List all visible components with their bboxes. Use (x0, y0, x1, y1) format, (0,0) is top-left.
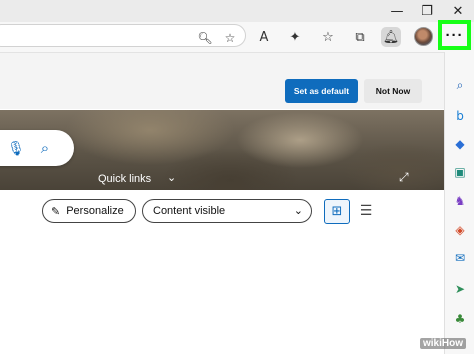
wikihow-watermark: wikiHow (420, 338, 467, 349)
minimize-button[interactable]: — (386, 0, 408, 22)
set-as-default-button[interactable]: Set as default (285, 79, 358, 103)
extensions-icon[interactable]: ✦ (285, 27, 305, 47)
read-aloud-icon[interactable]: A (254, 27, 274, 47)
sidebar-games-icon[interactable]: ♞ (451, 192, 469, 210)
background-hero: 🎙︎ ⌕ Quick links ⌄ ⤢ (0, 110, 444, 190)
list-layout-icon[interactable]: ☰ (356, 200, 376, 222)
zoom-icon[interactable]: 🔍︎ (197, 31, 212, 45)
sidebar-tools-icon[interactable]: ▣ (451, 163, 469, 181)
sidebar-shopping-tag-icon[interactable]: ◆ (451, 135, 469, 153)
feed-controls: ✎ Personalize Content visible ⌄ ⊞ ☰ (0, 191, 444, 354)
favorites-icon[interactable]: ☆ (318, 27, 338, 47)
expand-icon[interactable]: ⤢ (399, 170, 409, 185)
close-window-button[interactable]: ✕ (447, 0, 469, 22)
sidebar-send-icon[interactable]: ➤ (451, 280, 469, 298)
browser-toolbar: 🔍︎ ☆ A ✦ ☆ ⧉ 🔔︎ (0, 22, 474, 52)
sidebar-search-icon[interactable]: ⌕ (451, 76, 469, 94)
content-visibility-label: Content visible (153, 205, 226, 217)
sidebar-outlook-icon[interactable]: ✉ (451, 249, 469, 267)
address-bar[interactable]: 🔍︎ ☆ (0, 24, 246, 47)
search-icon[interactable]: ⌕ (36, 138, 54, 158)
profile-avatar[interactable] (414, 27, 433, 46)
chevron-down-icon[interactable]: ⌄ (167, 171, 176, 184)
web-search-box[interactable]: 🎙︎ ⌕ (0, 130, 74, 166)
notifications-icon[interactable]: 🔔︎ (381, 27, 401, 47)
quick-links-label[interactable]: Quick links (98, 173, 151, 185)
grid-layout-icon[interactable]: ⊞ (324, 199, 350, 224)
collections-icon[interactable]: ⧉ (350, 27, 370, 47)
chevron-down-icon: ⌄ (293, 204, 303, 217)
content-visibility-dropdown[interactable]: Content visible ⌄ (142, 199, 312, 223)
sidebar-bing-chat-icon[interactable]: b (451, 107, 469, 125)
browser-sidebar: ⌕ b ◆ ▣ ♞ ◈ ✉ ➤ ♣ (444, 52, 474, 354)
add-favorite-icon[interactable]: ☆ (223, 31, 237, 45)
personalize-button[interactable]: ✎ Personalize (42, 199, 136, 223)
pencil-icon: ✎ (51, 204, 61, 218)
personalize-label: Personalize (66, 205, 124, 217)
sidebar-tree-icon[interactable]: ♣ (451, 310, 469, 328)
browser-window: — ❐ ✕ 🔍︎ ☆ A ✦ ☆ ⧉ 🔔︎ ··· Set as default… (0, 0, 474, 354)
restore-button[interactable]: ❐ (416, 0, 438, 22)
sidebar-office-icon[interactable]: ◈ (451, 221, 469, 239)
title-bar: — ❐ ✕ (0, 0, 474, 22)
new-tab-page: Set as default Not Now 🎙︎ ⌕ Quick links … (0, 52, 444, 354)
not-now-button[interactable]: Not Now (364, 79, 422, 103)
microphone-icon[interactable]: 🎙︎ (7, 139, 25, 157)
default-browser-banner: Set as default Not Now (0, 53, 444, 109)
more-options-button[interactable]: ··· (438, 20, 471, 50)
